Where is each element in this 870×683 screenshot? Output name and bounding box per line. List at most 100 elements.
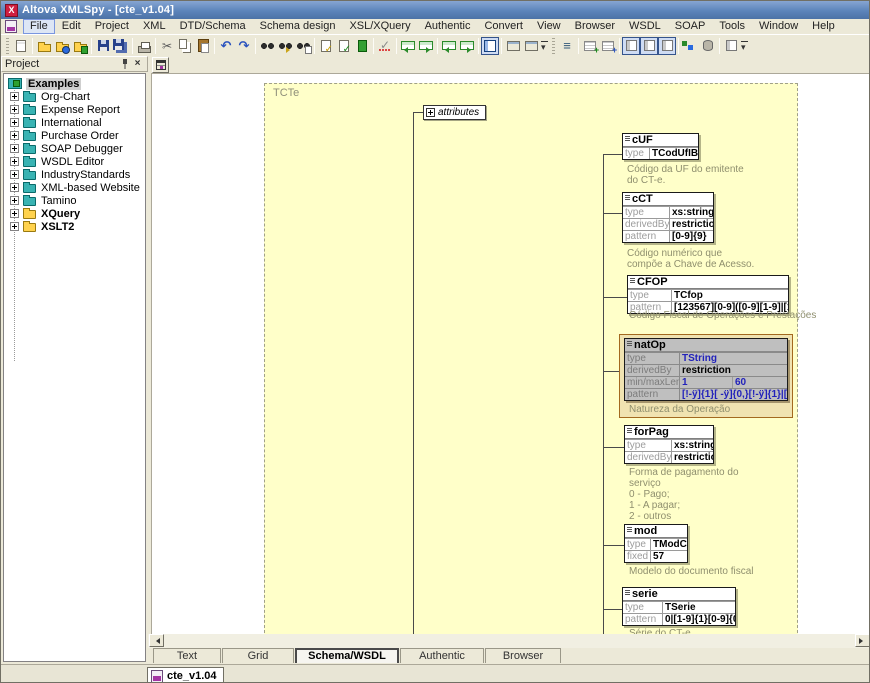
toolbar-overflow-icon[interactable]: [540, 40, 549, 52]
tree-item-examples[interactable]: Examples: [4, 77, 145, 90]
tree-item-expense-report[interactable]: Expense Report: [4, 103, 145, 116]
tree-item-wsdl-editor[interactable]: WSDL Editor: [4, 155, 145, 168]
toolbar-grip-2[interactable]: [552, 38, 555, 54]
reload-file-icon[interactable]: [71, 37, 89, 55]
validate-icon[interactable]: [335, 37, 353, 55]
expand-icon[interactable]: [10, 118, 19, 127]
expand-icon[interactable]: [10, 209, 19, 218]
spelling-icon[interactable]: [376, 37, 394, 55]
attributes-box[interactable]: attributes: [423, 105, 486, 120]
expand-icon[interactable]: [10, 196, 19, 205]
find-next-icon[interactable]: [276, 37, 294, 55]
menu-schema-design[interactable]: Schema design: [253, 19, 343, 34]
check-wellformed-icon[interactable]: [317, 37, 335, 55]
menu-authentic[interactable]: Authentic: [418, 19, 478, 34]
tree-item-industrystandards[interactable]: IndustryStandards: [4, 168, 145, 181]
menu-dtd-schema[interactable]: DTD/Schema: [173, 19, 253, 34]
horizontal-scrollbar[interactable]: [148, 634, 870, 648]
show-globals-button[interactable]: [152, 57, 169, 73]
element-box-forpag[interactable]: forPag typexs:string derivedByrestrictio…: [624, 425, 714, 464]
tab-text[interactable]: Text: [153, 648, 221, 663]
menu-xsl-xquery[interactable]: XSL/XQuery: [342, 19, 417, 34]
element-box-cct[interactable]: cCT typexs:string derivedByrestriction p…: [622, 192, 714, 243]
expand-icon[interactable]: [10, 144, 19, 153]
save-icon[interactable]: [94, 37, 112, 55]
expand-icon[interactable]: [10, 131, 19, 140]
redo-icon[interactable]: [235, 37, 253, 55]
expand-icon[interactable]: [10, 157, 19, 166]
tree-item-international[interactable]: International: [4, 116, 145, 129]
tree-item-xquery[interactable]: XQuery: [4, 207, 145, 220]
element-box-serie[interactable]: serie typeTSerie pattern0|[1-9]{1}[0-9]{…: [622, 587, 736, 626]
insert-element-right-icon[interactable]: [417, 37, 435, 55]
element-box-mod[interactable]: mod typeTModCT fixed57: [624, 524, 688, 563]
schema-misc-icon[interactable]: [722, 37, 740, 55]
insert-row-icon[interactable]: [581, 37, 599, 55]
document-tab-cte[interactable]: cte_v1.04: [147, 667, 224, 683]
tree-item-tamino[interactable]: Tamino: [4, 194, 145, 207]
grid-view-icon[interactable]: [481, 37, 499, 55]
tree-item-purchase-order[interactable]: Purchase Order: [4, 129, 145, 142]
window-icon-2[interactable]: [522, 37, 540, 55]
menu-convert[interactable]: Convert: [477, 19, 530, 34]
expand-icon[interactable]: [10, 222, 19, 231]
tree-item-org-chart[interactable]: Org-Chart: [4, 90, 145, 103]
database-icon[interactable]: [699, 37, 717, 55]
tab-authentic[interactable]: Authentic: [400, 648, 484, 663]
insert-element-left-icon[interactable]: [399, 37, 417, 55]
menu-soap[interactable]: SOAP: [668, 19, 713, 34]
tree-item-xslt2[interactable]: XSLT2: [4, 220, 145, 233]
menu-browser[interactable]: Browser: [568, 19, 622, 34]
menu-wsdl[interactable]: WSDL: [622, 19, 668, 34]
copy-icon[interactable]: [176, 37, 194, 55]
find-icon[interactable]: [258, 37, 276, 55]
replace-icon[interactable]: [294, 37, 312, 55]
tree-item-soap-debugger[interactable]: SOAP Debugger: [4, 142, 145, 155]
menu-help[interactable]: Help: [805, 19, 842, 34]
mdi-document-icon[interactable]: [5, 20, 17, 33]
assign-schema-icon[interactable]: [353, 37, 371, 55]
toolbar-grip[interactable]: [6, 38, 9, 54]
new-file-icon[interactable]: [12, 37, 30, 55]
append-row-icon[interactable]: [599, 37, 617, 55]
sort-icon[interactable]: [558, 37, 576, 55]
close-icon[interactable]: ×: [131, 58, 144, 70]
tab-grid[interactable]: Grid: [222, 648, 294, 663]
scroll-left-button[interactable]: [149, 634, 164, 647]
window-icon-1[interactable]: [504, 37, 522, 55]
toolbar-overflow-icon-2[interactable]: [740, 40, 749, 52]
element-box-cuf[interactable]: cUF typeTCodUfIBGE: [622, 133, 699, 160]
expand-attributes-icon[interactable]: [426, 108, 435, 117]
expand-icon[interactable]: [10, 105, 19, 114]
expand-icon[interactable]: [10, 170, 19, 179]
expand-icon[interactable]: [10, 92, 19, 101]
title-bar[interactable]: X Altova XMLSpy - [cte_v1.04]: [1, 1, 870, 19]
undo-icon[interactable]: [217, 37, 235, 55]
save-all-icon[interactable]: [112, 37, 130, 55]
display-diagram-toggle-2[interactable]: [640, 37, 658, 55]
menu-edit[interactable]: Edit: [55, 19, 88, 34]
menu-window[interactable]: Window: [752, 19, 805, 34]
element-box-natop[interactable]: natOp typeTString derivedByrestriction m…: [624, 338, 788, 401]
print-icon[interactable]: [135, 37, 153, 55]
open-url-icon[interactable]: [53, 37, 71, 55]
menu-tools[interactable]: Tools: [712, 19, 752, 34]
tab-browser[interactable]: Browser: [485, 648, 561, 663]
append-element-left-icon[interactable]: [440, 37, 458, 55]
schema-design-pair-icon[interactable]: [681, 37, 699, 55]
scroll-right-button[interactable]: [855, 634, 870, 647]
menu-file[interactable]: File: [23, 19, 55, 34]
open-file-icon[interactable]: [35, 37, 53, 55]
schema-canvas[interactable]: TCTe attributes cUF typeTCodUfIBGE Códig…: [151, 73, 870, 634]
paste-icon[interactable]: [194, 37, 212, 55]
pin-icon[interactable]: [118, 58, 131, 70]
tree-item-xml-based-website[interactable]: XML-based Website: [4, 181, 145, 194]
append-element-right-icon[interactable]: [458, 37, 476, 55]
display-diagram-toggle-3[interactable]: [658, 37, 676, 55]
menu-project[interactable]: Project: [88, 19, 136, 34]
element-box-cfop[interactable]: CFOP typeTCfop pattern[123567][0-9]([0-9…: [627, 275, 789, 314]
cut-icon[interactable]: [158, 37, 176, 55]
display-diagram-toggle-1[interactable]: [622, 37, 640, 55]
expand-icon[interactable]: [10, 183, 19, 192]
menu-xml[interactable]: XML: [136, 19, 173, 34]
